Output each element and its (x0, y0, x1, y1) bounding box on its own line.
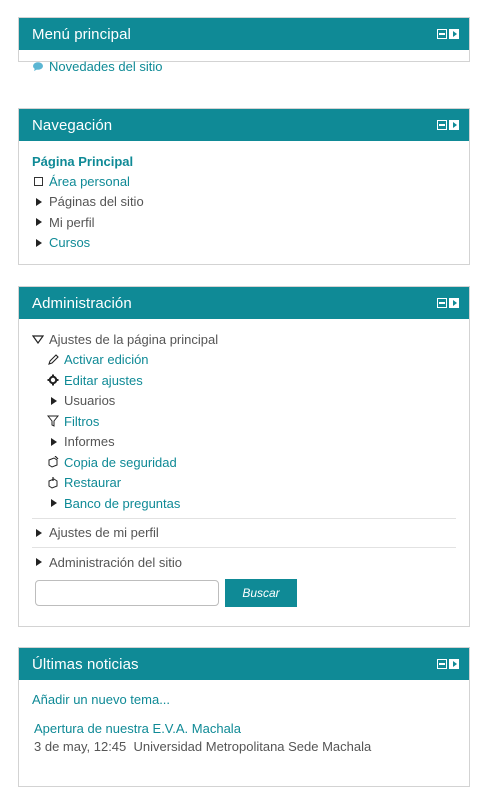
backup-icon (47, 456, 59, 468)
menu-item-label[interactable]: Novedades del sitio (49, 59, 162, 74)
filter-icon (47, 415, 59, 428)
expand-arrow-icon (32, 556, 44, 568)
navigation-block: Navegación Página Principal Área persona… (18, 108, 470, 265)
minimize-icon[interactable] (437, 659, 447, 669)
admin-section-mi-perfil[interactable]: Ajustes de mi perfil (32, 523, 456, 544)
nav-item-label: Páginas del sitio (49, 194, 144, 210)
news-title: Últimas noticias (32, 655, 139, 673)
search-button[interactable]: Buscar (225, 578, 297, 607)
admin-section-label: Administración del sitio (49, 554, 182, 570)
administration-header: Administración (19, 287, 469, 319)
news-item-author: Universidad Metropolitana Sede Machala (133, 739, 372, 754)
admin-item-filtros[interactable]: Filtros (47, 411, 456, 432)
nav-item-paginas-sitio[interactable]: Páginas del sitio (32, 192, 456, 213)
admin-item-usuarios[interactable]: Usuarios (47, 391, 456, 412)
main-menu-block: Menú principal Novedades del sitio (18, 17, 470, 74)
admin-item-label[interactable]: Copia de seguridad (64, 455, 177, 470)
main-menu-header: Menú principal (19, 18, 469, 50)
admin-item-informes[interactable]: Informes (47, 432, 456, 453)
news-item-date: 3 de may, 12:45 (34, 739, 127, 754)
news-item-title[interactable]: Apertura de nuestra E.V.A. Machala (34, 721, 456, 736)
nav-item-area-personal[interactable]: Área personal (32, 171, 456, 192)
admin-item-label: Usuarios (64, 393, 116, 409)
minimize-icon[interactable] (437, 298, 447, 308)
admin-item-copia-seguridad[interactable]: Copia de seguridad (47, 452, 456, 473)
nav-item-label[interactable]: Área personal (49, 174, 130, 189)
admin-section-label: Ajustes de mi perfil (49, 525, 159, 541)
admin-search-input[interactable] (35, 579, 219, 606)
administration-title: Administración (32, 294, 132, 312)
divider (32, 517, 456, 519)
admin-item-editar-ajustes[interactable]: Editar ajustes (47, 370, 456, 391)
admin-item-restaurar[interactable]: Restaurar (47, 473, 456, 494)
admin-item-banco-preguntas[interactable]: Banco de preguntas (47, 493, 456, 514)
admin-item-label[interactable]: Restaurar (64, 475, 121, 490)
expand-arrow-icon (47, 436, 59, 448)
pencil-icon (47, 353, 59, 366)
news-header: Últimas noticias (19, 648, 469, 680)
admin-item-label[interactable]: Activar edición (64, 352, 149, 367)
dock-icon[interactable] (449, 120, 459, 130)
add-topic-link[interactable]: Añadir un nuevo tema... (32, 692, 170, 707)
admin-section-label: Ajustes de la página principal (49, 331, 219, 347)
admin-item-label: Informes (64, 434, 115, 450)
admin-section-frontpage[interactable]: Ajustes de la página principal (32, 329, 456, 350)
admin-item-label[interactable]: Filtros (64, 414, 99, 429)
nav-home-link[interactable]: Página Principal (32, 154, 133, 169)
admin-item-label[interactable]: Banco de preguntas (64, 496, 180, 511)
minimize-icon[interactable] (437, 29, 447, 39)
menu-item-novedades[interactable]: Novedades del sitio (32, 56, 456, 77)
nav-item-label: Mi perfil (49, 214, 95, 230)
collapse-arrow-icon (32, 333, 44, 345)
navigation-header: Navegación (19, 109, 469, 141)
nav-item-label[interactable]: Cursos (49, 235, 90, 250)
dock-icon[interactable] (449, 29, 459, 39)
gear-icon (47, 374, 59, 386)
navigation-title: Navegación (32, 116, 113, 134)
restore-icon (47, 476, 59, 489)
speech-bubble-icon (32, 60, 44, 72)
admin-search: Buscar (32, 578, 456, 607)
admin-item-label[interactable]: Editar ajustes (64, 373, 143, 388)
minimize-icon[interactable] (437, 120, 447, 130)
news-block: Últimas noticias Añadir un nuevo tema...… (18, 647, 470, 787)
expand-arrow-icon (32, 216, 44, 228)
main-menu-title: Menú principal (32, 25, 131, 43)
expand-arrow-icon (47, 395, 59, 407)
expand-arrow-icon (47, 497, 59, 509)
square-icon (32, 175, 44, 187)
admin-item-activar-edicion[interactable]: Activar edición (47, 350, 456, 371)
nav-item-mi-perfil[interactable]: Mi perfil (32, 212, 456, 233)
nav-item-cursos[interactable]: Cursos (32, 233, 456, 254)
dock-icon[interactable] (449, 659, 459, 669)
administration-block: Administración Ajustes de la página prin… (18, 286, 470, 627)
news-item-meta: 3 de may, 12:45 Universidad Metropolitan… (34, 739, 456, 754)
expand-arrow-icon (32, 527, 44, 539)
admin-section-sitio[interactable]: Administración del sitio (32, 552, 456, 573)
dock-icon[interactable] (449, 298, 459, 308)
expand-arrow-icon (32, 196, 44, 208)
expand-arrow-icon (32, 237, 44, 249)
divider (32, 547, 456, 548)
